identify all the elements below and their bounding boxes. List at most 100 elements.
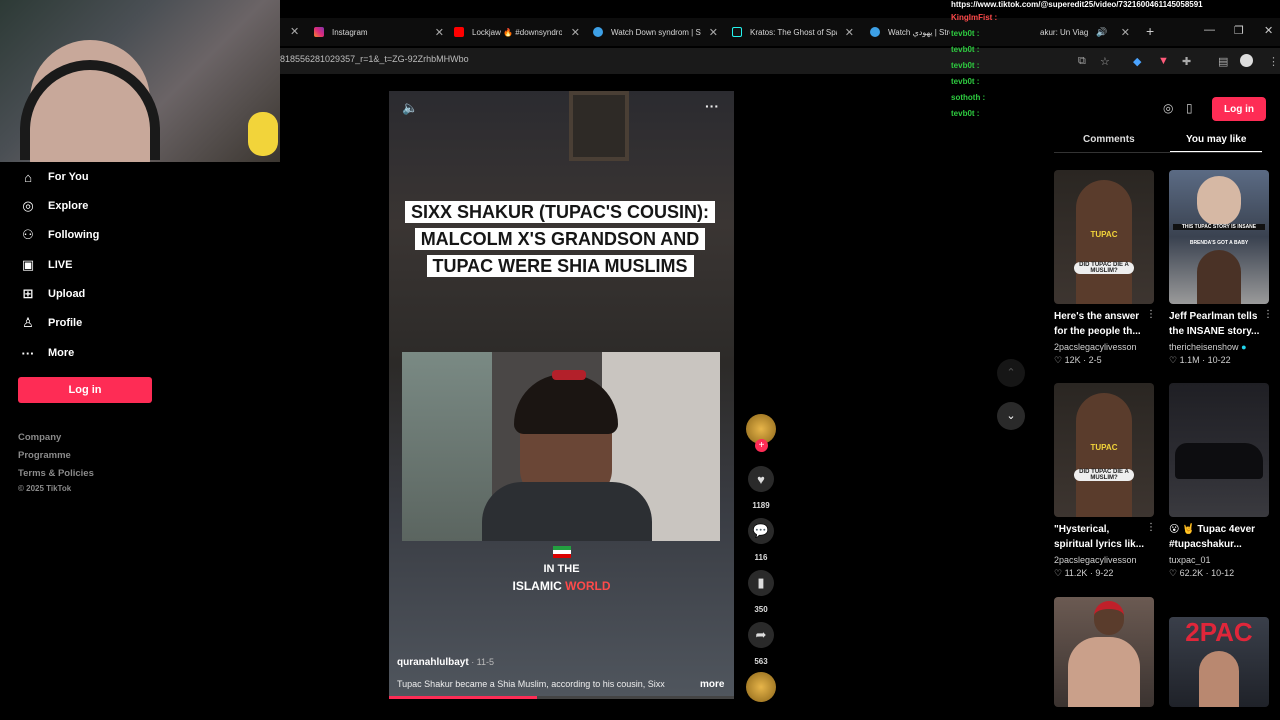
audio-icon[interactable]: 🔊 — [1096, 27, 1107, 38]
next-video-button[interactable]: ⌄ — [997, 402, 1025, 430]
profile-icon: ♙ — [22, 315, 34, 330]
save-button[interactable]: ▮ — [748, 570, 774, 596]
close-tab-icon[interactable]: ✕ — [845, 26, 854, 39]
browser-tab[interactable]: Lockjaw 🔥 #downsyndro ✕ — [454, 18, 580, 46]
caption-line: SIXX SHAKUR (TUPAC'S COUSIN): — [405, 201, 715, 223]
close-tab-icon[interactable]: ✕ — [709, 26, 718, 39]
hair-ribbon — [552, 370, 586, 380]
new-tab-button[interactable]: + — [1146, 23, 1154, 39]
video-menu-icon[interactable]: ··· — [705, 98, 719, 114]
like-count: 1189 — [752, 501, 770, 510]
sidebar-icon[interactable]: ▤ — [1218, 55, 1228, 68]
nav-profile[interactable]: ♙ Profile — [20, 315, 82, 331]
chat-line: tevb0t : — [951, 61, 979, 70]
video-author-line: quranahlulbayt · 11-5 — [397, 657, 494, 668]
nav-more[interactable]: ··· More — [20, 345, 75, 361]
footer-link-company[interactable]: Company — [18, 432, 61, 443]
tab-you-may-like[interactable]: You may like — [1186, 134, 1246, 145]
browser-tab[interactable]: Kratos: The Ghost of Spar ✕ — [732, 18, 854, 46]
nav-following[interactable]: ⚇ Following — [20, 227, 99, 243]
video-thumbnail[interactable]: TUPAC DID TUPAC DIE A MUSLIM? — [1054, 383, 1154, 517]
minimize-icon[interactable]: — — [1204, 24, 1215, 36]
extension-icon[interactable]: ▼ — [1158, 55, 1169, 67]
install-app-icon[interactable]: ⧉ — [1078, 55, 1086, 68]
live-icon: ▣ — [21, 257, 35, 272]
thumb-text: TUPAC — [1090, 230, 1118, 239]
video-thumbnail[interactable] — [1169, 383, 1269, 517]
card-title[interactable]: Here's the answer — [1054, 309, 1154, 324]
video-author[interactable]: quranahlulbayt — [397, 657, 469, 668]
video-thumbnail[interactable]: TUPAC DID TUPAC DIE A MUSLIM? — [1054, 170, 1154, 304]
iran-flag-icon — [553, 546, 571, 558]
overlay-word-highlight: WORLD — [565, 579, 611, 593]
restore-icon[interactable]: ❐ — [1234, 24, 1244, 37]
extension-icon[interactable]: ◆ — [1133, 55, 1141, 68]
browser-menu-icon[interactable]: ⋮ — [1268, 55, 1279, 68]
chat-line: tevb0t : — [951, 29, 979, 38]
instagram-icon — [314, 27, 324, 37]
description-more-link[interactable]: more — [700, 679, 724, 690]
card-username[interactable]: 2pacslegacylivesson — [1054, 342, 1154, 352]
video-thumbnail[interactable]: THIS TUPAC STORY IS INSANE BRENDA'S GOT … — [1169, 170, 1269, 304]
url-text[interactable]: 818556281029357_r=1&_t=ZG-92ZrhbMHWbo — [280, 54, 469, 64]
close-tab-icon[interactable]: ✕ — [1121, 26, 1130, 39]
like-button[interactable]: ♥ — [748, 466, 774, 492]
tab-comments[interactable]: Comments — [1083, 134, 1135, 145]
copyright-text: © 2025 TikTok — [18, 484, 72, 493]
pikachu-plush — [248, 112, 278, 156]
tab-title: Lockjaw 🔥 #downsyndro — [472, 27, 562, 37]
compass-icon[interactable]: ◎ — [1163, 101, 1173, 115]
follow-plus-button[interactable]: + — [755, 439, 768, 452]
sidebar-login-button[interactable]: Log in — [18, 377, 152, 403]
close-tab-icon[interactable]: ✕ — [571, 26, 580, 39]
footer-link-programme[interactable]: Programme — [18, 450, 71, 461]
close-window-icon[interactable]: ✕ — [1264, 24, 1273, 37]
card-menu-icon[interactable]: ⋮ — [1146, 309, 1156, 320]
volume-icon[interactable]: 🔈 — [402, 100, 418, 116]
card-menu-icon[interactable]: ⋮ — [1263, 309, 1273, 320]
prev-video-button[interactable]: ⌃ — [997, 359, 1025, 387]
card-username[interactable]: 2pacslegacylivesson — [1054, 555, 1154, 565]
puzzle-icon[interactable]: ✚ — [1182, 55, 1191, 68]
bookmark-star-icon[interactable]: ☆ — [1100, 55, 1110, 68]
upload-icon: ⊞ — [22, 286, 34, 301]
card-title[interactable]: #tupacshakur... — [1169, 537, 1269, 552]
card-title[interactable]: 😮 🤘 Tupac 4ever — [1169, 522, 1269, 537]
close-tab-icon[interactable]: ✕ — [290, 25, 299, 38]
browser-tab[interactable]: Watch يهودي | Stream — [870, 18, 950, 46]
card-menu-icon[interactable]: ⋮ — [1146, 522, 1156, 533]
music-disc-icon[interactable] — [746, 672, 776, 702]
video-thumbnail[interactable] — [1054, 597, 1154, 707]
profile-avatar-icon[interactable] — [1240, 54, 1253, 67]
nav-live[interactable]: ▣ LIVE — [20, 257, 73, 273]
nav-upload[interactable]: ⊞ Upload — [20, 286, 86, 302]
browser-tab[interactable]: Instagram ✕ — [314, 18, 444, 46]
comment-button[interactable]: 💬 — [748, 518, 774, 544]
share-count: 563 — [754, 657, 768, 666]
address-bar[interactable]: 818556281029357_r=1&_t=ZG-92ZrhbMHWbo — [280, 48, 1280, 74]
card-username-text: thericheisenshow — [1169, 342, 1239, 352]
chat-user: sothoth : — [951, 93, 986, 102]
card-username[interactable]: thericheisenshow ● — [1169, 342, 1269, 352]
card-username[interactable]: tuxpac_01 — [1169, 555, 1269, 565]
overlay-word: ISLAMIC — [512, 579, 562, 593]
video-thumbnail[interactable]: 2PAC — [1169, 617, 1269, 707]
header-login-button[interactable]: Log in — [1212, 97, 1266, 121]
nav-for-you[interactable]: ⌂ For You — [20, 169, 88, 185]
card-title[interactable]: spiritual lyrics lik... — [1054, 537, 1154, 552]
card-title[interactable]: Jeff Pearlman tells — [1169, 309, 1269, 324]
browser-tab-active[interactable]: akur: Un Viag 🔊 ✕ — [1040, 18, 1130, 46]
thumb-subtext: DID TUPAC DIE A MUSLIM? — [1074, 469, 1134, 481]
share-button[interactable]: ➦ — [748, 622, 774, 648]
footer-link-terms[interactable]: Terms & Policies — [18, 468, 94, 479]
background-frame — [569, 91, 629, 161]
nav-explore[interactable]: ◎ Explore — [20, 198, 88, 214]
card-title[interactable]: "Hysterical, — [1054, 522, 1154, 537]
browser-tab[interactable]: Watch Down syndrom | St ✕ — [593, 18, 718, 46]
phone-icon[interactable]: ▯ — [1186, 101, 1193, 115]
close-tab-icon[interactable]: ✕ — [435, 26, 444, 39]
card-title[interactable]: the INSANE story... — [1169, 324, 1269, 339]
card-title[interactable]: for the people th... — [1054, 324, 1154, 339]
video-description: Tupac Shakur became a Shia Muslim, accor… — [397, 679, 665, 689]
thumb-figure — [1068, 637, 1140, 707]
